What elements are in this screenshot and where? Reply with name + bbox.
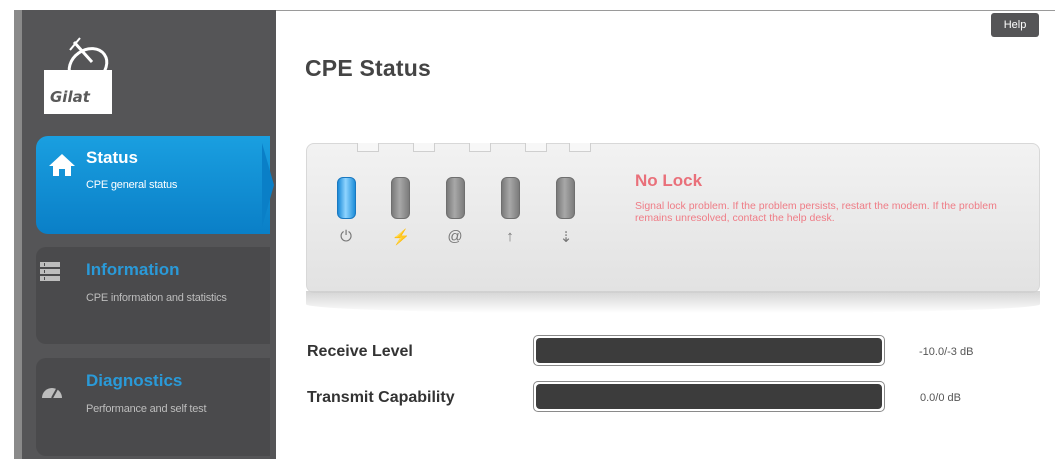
receive-level-value: -10.0/-3 dB [919,346,974,358]
nav-item-information[interactable]: Information CPE information and statisti… [36,247,270,344]
nav-title: Status [86,148,138,167]
power-icon: ⏻ [340,228,352,245]
nav-title: Information [86,260,180,279]
transmit-capability-label: Transmit Capability [307,389,455,406]
at-icon: @ [447,228,463,245]
led-receive [556,177,575,219]
satellite-icon: ⚡ [391,229,411,246]
active-nav-pointer [262,143,274,227]
nav-item-status[interactable]: Status CPE general status [36,136,270,234]
top-divider [276,10,1055,11]
led-internet [446,177,465,219]
lock-status-title: No Lock [635,171,703,190]
nav-subtitle: CPE information and statistics [86,292,227,304]
arrow-up-icon: ↑ [506,228,514,245]
receive-level-label: Receive Level [307,343,413,360]
list-icon [40,262,60,281]
logo-text: Gilat [50,88,90,106]
page-title: CPE Status [305,55,431,81]
nav-title: Diagnostics [86,371,183,390]
transmit-capability-meter [533,381,885,412]
lock-status-message: Signal lock problem. If the problem pers… [635,200,997,224]
nav-subtitle: CPE general status [86,179,178,191]
nav-subtitle: Performance and self test [86,403,207,415]
led-power [337,177,356,219]
led-satellite [391,177,410,219]
gilat-logo: Gilat [44,32,120,116]
arrow-down-icon: ⇣ [559,229,573,246]
help-button[interactable]: Help [991,13,1039,37]
panel-notch [469,143,491,152]
receive-level-fill [536,338,882,363]
receive-level-meter [533,335,885,366]
panel-shadow [306,291,1040,313]
panel-notch [413,143,435,152]
home-icon [49,154,75,176]
transmit-capability-fill [536,384,882,409]
panel-notch [569,143,591,152]
gauge-icon [42,388,62,399]
panel-notch [525,143,547,152]
nav-item-diagnostics[interactable]: Diagnostics Performance and self test [36,358,270,456]
led-transmit [501,177,520,219]
sidebar-edge [14,10,22,459]
panel-notch [357,143,379,152]
transmit-capability-value: 0.0/0 dB [920,392,961,404]
